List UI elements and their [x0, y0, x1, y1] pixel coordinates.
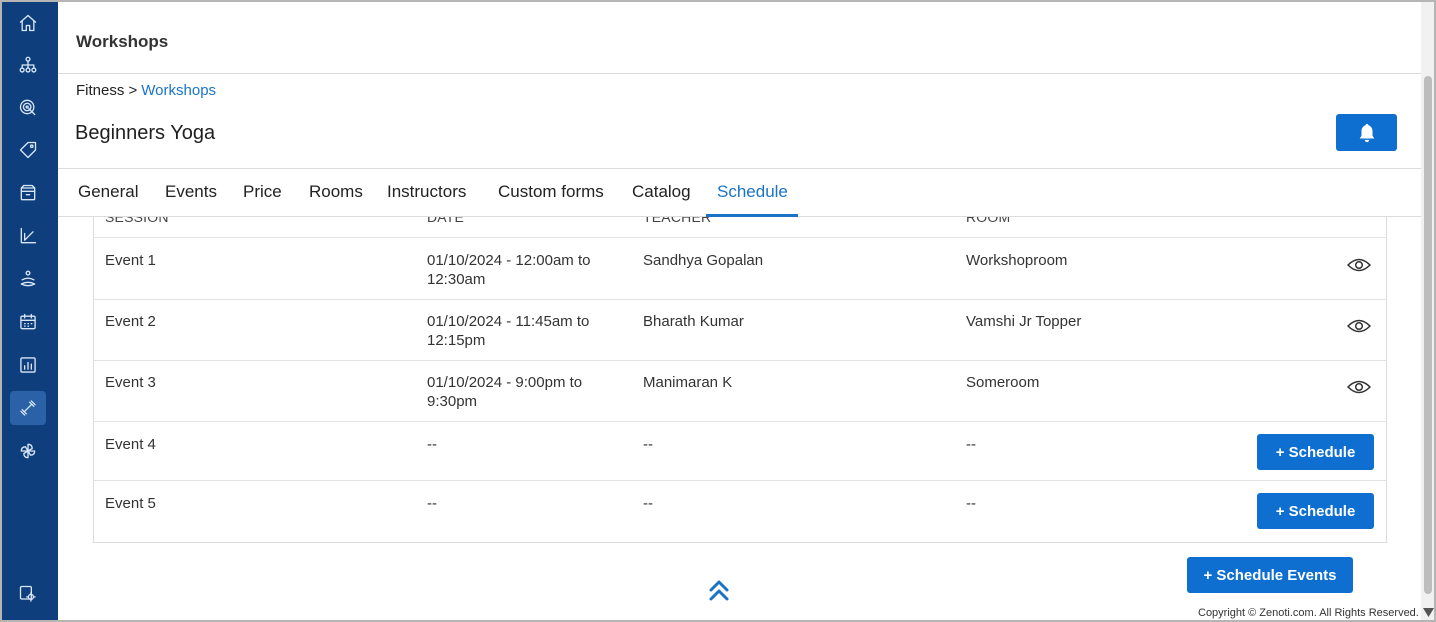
table-row: Event 3 01/10/2024 - 9:00pm to 9:30pm Ma…	[94, 361, 1386, 422]
pinwheel-icon[interactable]	[10, 434, 46, 468]
breadcrumb-current[interactable]: Workshops	[141, 82, 216, 99]
calendar-icon[interactable]	[10, 305, 46, 339]
session-cell: Event 3	[105, 374, 156, 391]
teacher-cell: Manimaran K	[643, 374, 733, 391]
room-cell: Someroom	[966, 374, 1040, 391]
teacher-cell: --	[643, 495, 653, 512]
tab-rooms[interactable]: Rooms	[309, 182, 363, 202]
top-bar: Workshops	[58, 10, 1421, 74]
teacher-cell: --	[643, 436, 653, 453]
tab-custom-forms[interactable]: Custom forms	[498, 182, 604, 202]
wellness-icon[interactable]	[10, 262, 46, 296]
date-cell: --	[427, 436, 437, 453]
room-cell: --	[966, 495, 976, 512]
copyright-text: Copyright © Zenoti.com. All Rights Reser…	[1198, 607, 1419, 619]
col-teacher-header: TEACHER	[643, 217, 712, 225]
notification-button[interactable]	[1336, 114, 1397, 151]
breadcrumb: Fitness > Workshops	[76, 82, 216, 99]
schedule-event-button[interactable]: + Schedule	[1257, 434, 1374, 470]
date-cell: 01/10/2024 - 12:00am to	[427, 252, 591, 269]
box-icon[interactable]	[10, 176, 46, 210]
view-eye-icon[interactable]	[1346, 256, 1372, 274]
app-window: Workshops Fitness > Workshops Beginners Y…	[0, 0, 1436, 622]
scroll-to-top-icon[interactable]	[707, 578, 731, 602]
col-room-header: ROOM	[966, 217, 1011, 225]
teacher-cell: Bharath Kumar	[643, 313, 744, 330]
table-header: SESSION DATE TEACHER ROOM	[94, 217, 1386, 238]
dumbbell-icon[interactable]	[10, 391, 46, 425]
col-date-header: DATE	[427, 217, 465, 225]
tab-bar: General Events Price Rooms Instructors C…	[58, 168, 1421, 217]
tab-general[interactable]: General	[78, 182, 138, 202]
table-row: Event 4 -- -- -- + Schedule	[94, 422, 1386, 481]
main-content: Workshops Fitness > Workshops Beginners Y…	[58, 2, 1421, 620]
scrollbar[interactable]	[1421, 2, 1434, 620]
view-eye-icon[interactable]	[1346, 317, 1372, 335]
tag-icon[interactable]	[10, 133, 46, 167]
date-cell-line2: 12:30am	[427, 271, 486, 288]
room-cell: Vamshi Jr Topper	[966, 313, 1082, 330]
table-row: Event 2 01/10/2024 - 11:45am to 12:15pm …	[94, 300, 1386, 361]
settings-icon[interactable]	[10, 577, 46, 611]
schedule-events-button[interactable]: + Schedule Events	[1187, 557, 1353, 593]
report-icon[interactable]	[10, 348, 46, 382]
tab-price[interactable]: Price	[243, 182, 282, 202]
home-icon[interactable]	[10, 6, 46, 40]
breadcrumb-parent[interactable]: Fitness >	[76, 82, 137, 99]
table-row: Event 5 -- -- -- + Schedule	[94, 481, 1386, 541]
scroll-down-arrow-icon[interactable]	[1423, 605, 1434, 617]
col-session-header: SESSION	[105, 217, 169, 225]
page-title: Beginners Yoga	[75, 122, 216, 144]
header-title: Workshops	[76, 32, 169, 51]
date-cell-line2: 9:30pm	[427, 393, 478, 410]
tab-catalog[interactable]: Catalog	[632, 182, 691, 202]
scrollbar-thumb[interactable]	[1424, 76, 1432, 594]
date-cell-line2: 12:15pm	[427, 332, 486, 349]
bell-icon	[1359, 123, 1374, 142]
tab-schedule[interactable]: Schedule	[717, 182, 788, 202]
room-cell: Workshoproom	[966, 252, 1068, 269]
session-cell: Event 4	[105, 436, 156, 453]
schedule-event-button[interactable]: + Schedule	[1257, 493, 1374, 529]
date-cell: --	[427, 495, 437, 512]
org-chart-icon[interactable]	[10, 48, 46, 82]
date-cell: 01/10/2024 - 11:45am to	[427, 313, 590, 330]
target-icon[interactable]	[10, 90, 46, 124]
view-eye-icon[interactable]	[1346, 378, 1372, 396]
session-cell: Event 1	[105, 252, 156, 269]
session-cell: Event 2	[105, 313, 156, 330]
chart-icon[interactable]	[10, 219, 46, 253]
sidebar	[2, 2, 58, 620]
teacher-cell: Sandhya Gopalan	[643, 252, 764, 269]
tab-instructors[interactable]: Instructors	[387, 182, 466, 202]
date-cell: 01/10/2024 - 9:00pm to	[427, 374, 583, 391]
table-row: Event 1 01/10/2024 - 12:00am to 12:30am …	[94, 238, 1386, 300]
tab-events[interactable]: Events	[165, 182, 217, 202]
schedule-table: SESSION DATE TEACHER ROOM Event 1 01/10/…	[93, 217, 1387, 543]
room-cell: --	[966, 436, 976, 453]
session-cell: Event 5	[105, 495, 156, 512]
